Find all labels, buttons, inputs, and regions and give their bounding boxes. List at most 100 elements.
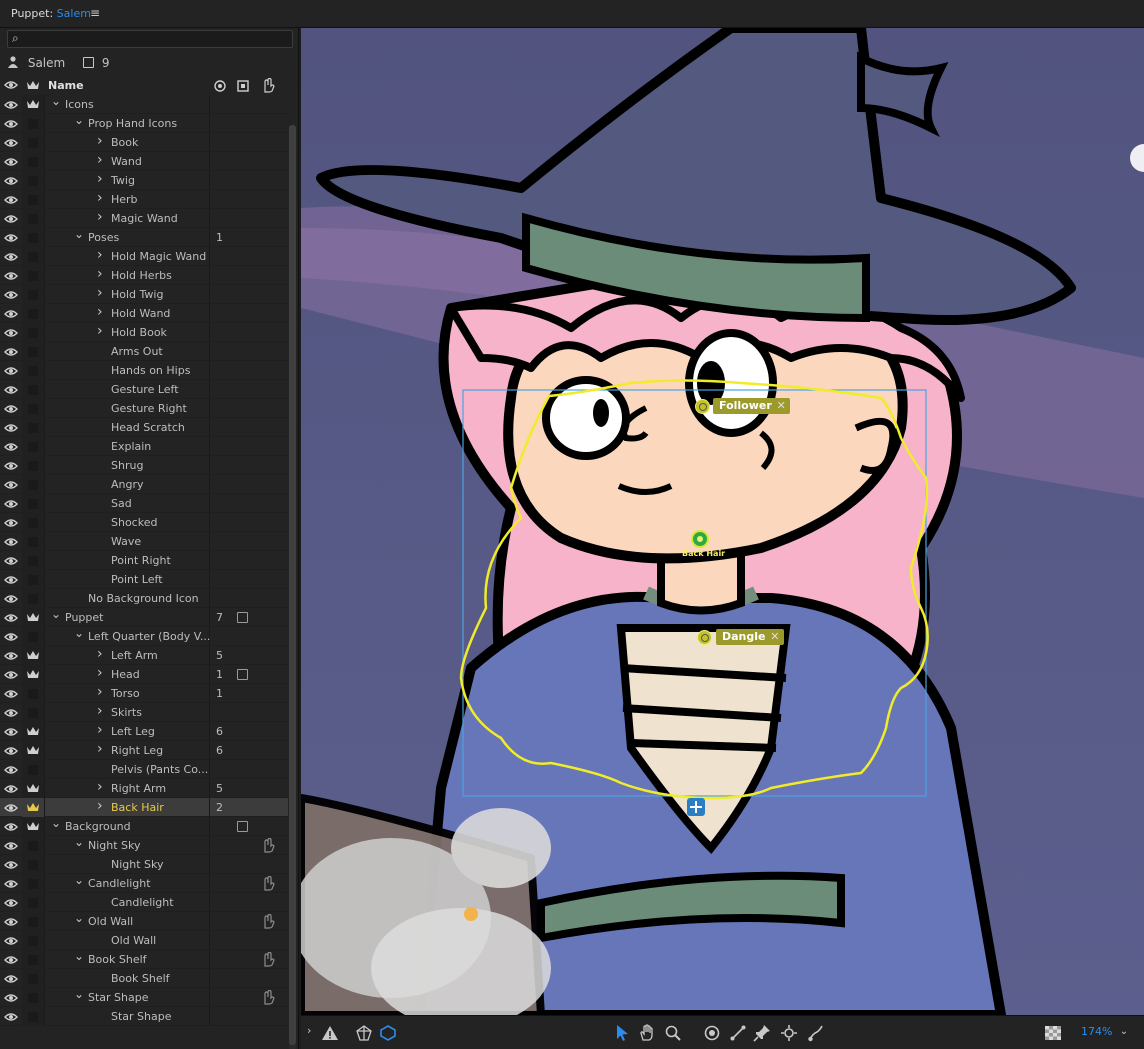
hand-pan-icon[interactable] — [638, 1024, 656, 1042]
tree-row[interactable]: › Hold Herbs — [0, 266, 288, 285]
visibility-eye-icon[interactable] — [0, 893, 22, 912]
chevron-down-icon[interactable]: ⌄ — [74, 228, 84, 240]
tree-row[interactable]: ⌄ Icons — [0, 95, 288, 114]
visibility-eye-icon[interactable] — [0, 1007, 22, 1026]
independence-checkbox[interactable] — [22, 950, 44, 969]
stick-icon[interactable] — [729, 1024, 747, 1042]
chevron-down-icon[interactable]: ⌄ — [51, 608, 61, 620]
visibility-eye-icon[interactable] — [0, 874, 22, 893]
visibility-eye-icon[interactable] — [0, 722, 22, 741]
tree-row[interactable]: ⌄ Poses 1 — [0, 228, 288, 247]
chevron-right-icon[interactable]: › — [97, 248, 107, 262]
crown-icon[interactable] — [26, 79, 40, 91]
independence-checkbox[interactable] — [22, 551, 44, 570]
tree-row[interactable]: › Hold Book — [0, 323, 288, 342]
visibility-eye-icon[interactable] — [0, 342, 22, 361]
chevron-down-icon[interactable]: ⌄ — [74, 874, 84, 886]
visibility-eye-icon[interactable] — [0, 532, 22, 551]
tree-row[interactable]: › Hold Magic Wand — [0, 247, 288, 266]
independence-checkbox[interactable] — [22, 323, 44, 342]
tree-row-name-cell[interactable]: › Head — [44, 665, 210, 684]
independence-checkbox[interactable] — [22, 475, 44, 494]
independence-checkbox[interactable] — [22, 399, 44, 418]
independence-checkbox[interactable] — [22, 703, 44, 722]
tree-row[interactable]: ⌄ Candlelight — [0, 874, 288, 893]
tree-row-name-cell[interactable]: › Back Hair — [44, 798, 210, 817]
visibility-eye-icon[interactable] — [0, 798, 22, 817]
tree-row-name-cell[interactable]: ⌄ Old Wall — [44, 912, 210, 931]
independence-checkbox[interactable] — [22, 912, 44, 931]
hamburger-icon[interactable]: ≡ — [90, 6, 100, 20]
chevron-right-icon[interactable]: › — [97, 647, 107, 661]
independence-checkbox[interactable] — [22, 570, 44, 589]
tree-row-name-cell[interactable]: › Left Arm — [44, 646, 210, 665]
tree-row[interactable]: › Hold Twig — [0, 285, 288, 304]
tree-row[interactable]: Shocked — [0, 513, 288, 532]
origin-column-icon[interactable] — [214, 80, 226, 92]
tree-row[interactable]: Wave — [0, 532, 288, 551]
puppet-artwork[interactable] — [301, 28, 1144, 1015]
visibility-eye-icon[interactable] — [0, 703, 22, 722]
crown-icon[interactable] — [22, 722, 44, 741]
hand-dragger-icon[interactable] — [261, 951, 275, 967]
chevron-right-icon[interactable]: › — [97, 666, 107, 680]
independence-checkbox[interactable] — [22, 285, 44, 304]
visibility-eye-icon[interactable] — [0, 589, 22, 608]
tree-row[interactable]: ⌄ Old Wall — [0, 912, 288, 931]
independence-checkbox[interactable] — [22, 988, 44, 1007]
tree-row[interactable]: › Wand — [0, 152, 288, 171]
independence-checkbox[interactable] — [22, 209, 44, 228]
tree-row[interactable]: › Torso 1 — [0, 684, 288, 703]
chevron-right-icon[interactable]: › — [97, 210, 107, 224]
tree-row[interactable]: Gesture Left — [0, 380, 288, 399]
visibility-eye-icon[interactable] — [0, 665, 22, 684]
tree-row[interactable]: Point Right — [0, 551, 288, 570]
visibility-eye-icon[interactable] — [0, 285, 22, 304]
dragger-icon[interactable] — [807, 1024, 825, 1042]
independence-checkbox[interactable] — [22, 969, 44, 988]
independence-checkbox[interactable] — [22, 1007, 44, 1026]
hand-dragger-icon[interactable] — [261, 837, 275, 853]
independence-checkbox[interactable] — [22, 456, 44, 475]
visibility-eye-icon[interactable] — [0, 931, 22, 950]
origin-handle-icon[interactable] — [703, 1024, 721, 1042]
visibility-eye-icon[interactable] — [0, 228, 22, 247]
tree-row[interactable]: Explain — [0, 437, 288, 456]
chevron-right-icon[interactable]: › — [97, 153, 107, 167]
tree-row-name-cell[interactable]: › Wand — [44, 152, 210, 171]
tree-row-name-cell[interactable]: Head Scratch — [44, 418, 210, 437]
independence-checkbox[interactable] — [22, 114, 44, 133]
independence-checkbox[interactable] — [22, 171, 44, 190]
follower-tag[interactable]: Follower ✕ — [713, 398, 790, 414]
tree-row-name-cell[interactable]: ⌄ Puppet — [44, 608, 210, 627]
tree-row-name-cell[interactable]: Arms Out — [44, 342, 210, 361]
tree-row[interactable]: Point Left — [0, 570, 288, 589]
tree-row-name-cell[interactable]: › Right Leg — [44, 741, 210, 760]
tree-row-name-cell[interactable]: ⌄ Background — [44, 817, 210, 836]
tree-row[interactable]: Gesture Right — [0, 399, 288, 418]
tree-row[interactable]: ⌄ Left Quarter (Body V... — [0, 627, 288, 646]
tree-row[interactable]: › Herb — [0, 190, 288, 209]
visibility-eye-icon[interactable] — [0, 152, 22, 171]
tree-row[interactable]: Pelvis (Pants Co... — [0, 760, 288, 779]
outline-icon[interactable] — [379, 1024, 397, 1042]
visibility-eye-icon[interactable] — [0, 741, 22, 760]
tree-row-name-cell[interactable]: ⌄ Icons — [44, 95, 210, 114]
tree-row-name-cell[interactable]: › Herb — [44, 190, 210, 209]
tree-row[interactable]: › Right Arm 5 — [0, 779, 288, 798]
tree-row-name-cell[interactable]: › Twig — [44, 171, 210, 190]
chevron-down-icon[interactable]: ⌄ — [74, 114, 84, 126]
pin-icon[interactable] — [753, 1024, 771, 1042]
independence-checkbox[interactable] — [22, 931, 44, 950]
independence-checkbox[interactable] — [22, 836, 44, 855]
tree-row[interactable]: › Head 1 — [0, 665, 288, 684]
tree-row[interactable]: ⌄ Night Sky — [0, 836, 288, 855]
tree-row-name-cell[interactable]: ⌄ Poses — [44, 228, 210, 247]
visibility-eye-icon[interactable] — [0, 551, 22, 570]
tree-row[interactable]: › Left Arm 5 — [0, 646, 288, 665]
tree-row[interactable]: ⌄ Background — [0, 817, 288, 836]
tree-row[interactable]: ⌄ Book Shelf — [0, 950, 288, 969]
visibility-eye-icon[interactable] — [0, 494, 22, 513]
visibility-eye-icon[interactable] — [0, 684, 22, 703]
tree-row[interactable]: › Left Leg 6 — [0, 722, 288, 741]
